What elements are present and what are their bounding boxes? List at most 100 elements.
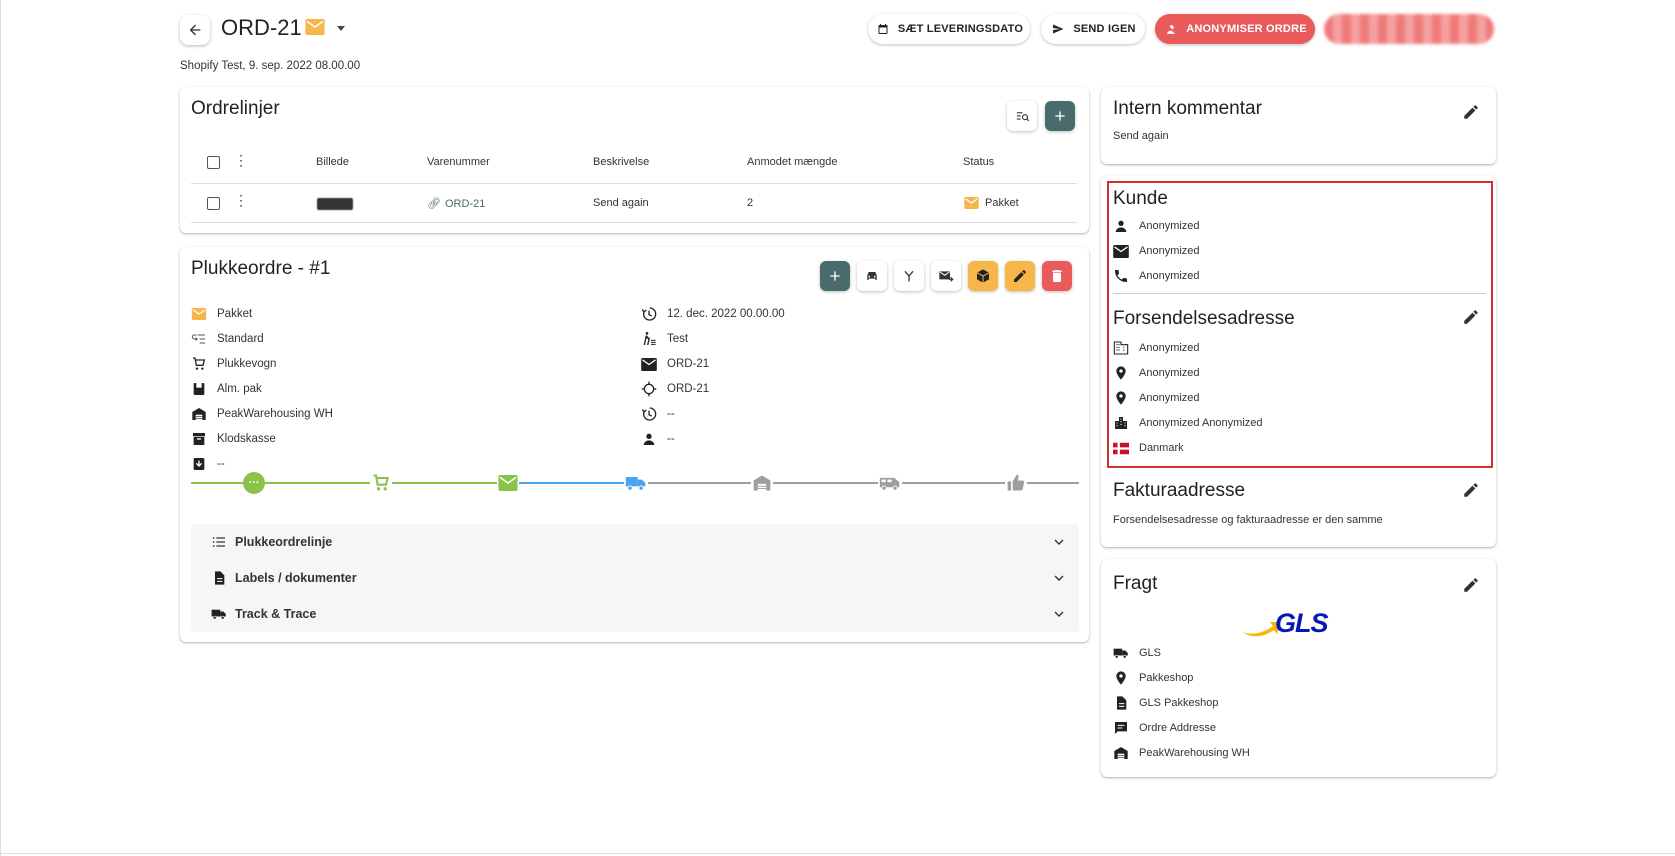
- package-icon: [975, 268, 991, 284]
- list-icon: [211, 534, 227, 550]
- pick-warehouse-row: PeakWarehousing WH: [191, 406, 333, 422]
- send-again-button[interactable]: SEND IGEN: [1041, 14, 1145, 44]
- trash-icon: [1049, 268, 1065, 284]
- blurred-button[interactable]: [1324, 14, 1494, 44]
- page-title: ORD-21: [221, 15, 302, 40]
- shipping-street-row: Anonymized: [1113, 365, 1200, 381]
- location-pin-icon: [1113, 390, 1129, 406]
- more-vert-icon[interactable]: ⋮: [234, 193, 248, 207]
- step-van-icon: [878, 472, 902, 494]
- pick-priority-row: Standard: [191, 331, 264, 347]
- set-delivery-date-button[interactable]: SÆT LEVERINGSDATO: [868, 14, 1030, 44]
- shipping-title: Forsendelsesadresse: [1113, 308, 1295, 329]
- pick-user-row: --: [641, 431, 675, 447]
- warehouse-icon: [191, 406, 207, 422]
- page-bottom-border: [1, 853, 1675, 854]
- add-pick-button[interactable]: [820, 261, 850, 291]
- document-icon: [1113, 695, 1129, 711]
- step-envelope-icon: [497, 472, 519, 494]
- edit-shipping-icon[interactable]: [1462, 308, 1480, 326]
- divider: [191, 222, 1077, 223]
- crosshair-icon: [641, 381, 657, 397]
- back-button[interactable]: [180, 15, 210, 45]
- history-icon: [641, 406, 657, 422]
- step-thumbs-up-icon: [1005, 472, 1027, 494]
- archive-icon: [191, 431, 207, 447]
- truck-icon: [1113, 645, 1129, 661]
- row-checkbox[interactable]: [207, 197, 220, 210]
- cart-icon: [191, 356, 207, 372]
- freight-title: Fragt: [1113, 573, 1158, 594]
- select-all-checkbox[interactable]: [207, 156, 220, 169]
- product-image: [317, 198, 353, 210]
- edit-billing-icon[interactable]: [1462, 481, 1480, 499]
- row-status: Pakket: [963, 195, 1019, 211]
- col-sku: Varenummer: [427, 156, 490, 168]
- more-vert-icon[interactable]: ⋮: [234, 153, 248, 167]
- edit-comment-icon[interactable]: [1462, 103, 1480, 121]
- chevron-down-icon: [1051, 570, 1067, 586]
- freight-card: Fragt GLS GLS Pakkeshop GLS Pakkeshop Or…: [1101, 559, 1496, 777]
- step-truck-icon: [624, 472, 648, 494]
- pick-package-row: Alm. pak: [191, 381, 262, 397]
- shipping-company-row: Anonymized: [1113, 340, 1200, 356]
- search-lines-button[interactable]: [1007, 101, 1037, 131]
- customer-card: Kunde Anonymized Anonymized Anonymized F…: [1101, 176, 1496, 547]
- table-row[interactable]: ⋮ 🔗︎ ORD-21 Send again 2 Pakket: [180, 184, 1089, 222]
- person-icon: [1113, 218, 1129, 234]
- freight-product-row: GLS Pakkeshop: [1113, 695, 1219, 711]
- chevron-down-icon: [1051, 534, 1067, 550]
- status-envelope-icon: [305, 19, 325, 35]
- edit-pick-button[interactable]: [1005, 261, 1035, 291]
- history-icon: [641, 306, 657, 322]
- split-icon: [901, 268, 917, 284]
- divider: [1113, 293, 1486, 294]
- city-icon: [1113, 415, 1129, 431]
- freight-warehouse-row: PeakWarehousing WH: [1113, 745, 1250, 761]
- freight-carrier-row: GLS: [1113, 645, 1161, 661]
- pick-cart-row: Plukkevogn: [191, 356, 276, 372]
- add-line-button[interactable]: [1045, 101, 1075, 131]
- billing-title: Fakturaadresse: [1113, 480, 1246, 501]
- shipping-country-row: Danmark: [1113, 440, 1184, 456]
- taxi-button[interactable]: [857, 261, 887, 291]
- anonymize-order-button[interactable]: ANONYMISER ORDRE: [1155, 14, 1315, 44]
- person-icon: [641, 431, 657, 447]
- customer-name-row: Anonymized: [1113, 218, 1200, 234]
- edit-freight-icon[interactable]: [1462, 576, 1480, 594]
- warehouse-icon: [1113, 745, 1129, 761]
- split-button[interactable]: [894, 261, 924, 291]
- gls-logo: GLS: [1241, 606, 1361, 640]
- col-description: Beskrivelse: [593, 156, 650, 168]
- pick-history-row: --: [641, 406, 675, 422]
- pick-picker-row: Test: [641, 331, 688, 347]
- delete-pick-button[interactable]: [1042, 261, 1072, 291]
- order-subtitle: Shopify Test, 9. sep. 2022 08.00.00: [180, 60, 361, 72]
- step-cart-icon: [370, 472, 392, 494]
- accordion-labels-documents[interactable]: Labels / dokumenter: [191, 560, 1079, 596]
- status-dropdown-icon[interactable]: [337, 26, 345, 31]
- step-line: [508, 482, 635, 484]
- location-pin-icon: [1113, 365, 1129, 381]
- car-icon: [864, 268, 880, 284]
- package-button[interactable]: [968, 261, 998, 291]
- calendar-icon: [875, 21, 891, 37]
- col-status: Status: [963, 156, 995, 168]
- chevron-down-icon: [1051, 606, 1067, 622]
- freight-service-row: Pakkeshop: [1113, 670, 1193, 686]
- internal-comment-title: Intern kommentar: [1113, 98, 1262, 119]
- pencil-icon: [1012, 268, 1028, 284]
- progress-stepper: ···: [191, 471, 1079, 495]
- document-icon: [211, 570, 227, 586]
- accordion-track-trace[interactable]: Track & Trace: [191, 596, 1079, 632]
- accordion-pick-lines[interactable]: Plukkeordrelinje: [191, 524, 1079, 560]
- internal-comment-text: Send again: [1113, 130, 1169, 142]
- sku-link[interactable]: 🔗︎ ORD-21: [427, 197, 485, 211]
- col-image: Billede: [316, 156, 350, 168]
- forward-mail-button[interactable]: [931, 261, 961, 291]
- walker-icon: [641, 331, 657, 347]
- envelope-icon: [963, 195, 979, 211]
- priority-list-icon: [191, 331, 207, 347]
- step-line: [191, 482, 508, 484]
- pick-order-title: Plukkeordre - #1: [191, 258, 331, 279]
